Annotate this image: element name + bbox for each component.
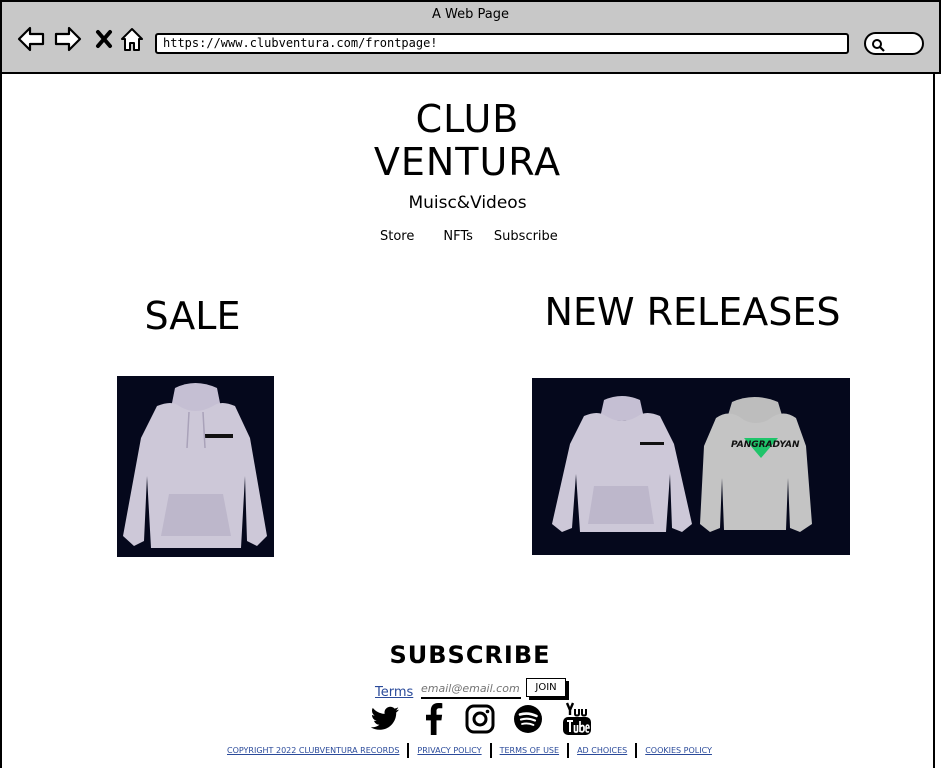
site-logo[interactable]: CLUB VENTURA bbox=[340, 98, 595, 184]
stop-button[interactable] bbox=[90, 25, 118, 53]
footer-divider bbox=[567, 743, 570, 758]
hoodie-image bbox=[123, 383, 267, 548]
site-tagline: Muisc&Videos bbox=[408, 193, 527, 213]
footer-ad-choices-link[interactable]: AD CHOICES bbox=[577, 746, 627, 755]
nav-nfts[interactable]: NFTs bbox=[443, 229, 473, 244]
nav-store[interactable]: Store bbox=[380, 229, 414, 244]
subscribe-heading: SUBSCRIBE bbox=[389, 641, 551, 669]
back-button[interactable] bbox=[17, 25, 45, 53]
browser-search-button[interactable] bbox=[864, 32, 924, 55]
footer-links: COPYRIGHT 2022 CLUBVENTURA RECORDS PRIVA… bbox=[227, 743, 712, 758]
close-icon bbox=[96, 30, 112, 48]
logo-line-1: CLUB bbox=[415, 97, 520, 141]
back-arrow-icon bbox=[17, 26, 45, 52]
footer-privacy-link[interactable]: PRIVACY POLICY bbox=[417, 746, 481, 755]
facebook-icon bbox=[426, 703, 443, 735]
twitter-icon bbox=[370, 706, 399, 730]
instagram-link[interactable] bbox=[464, 703, 496, 735]
footer-cookies-link[interactable]: COOKIES POLICY bbox=[645, 746, 712, 755]
twitter-link[interactable] bbox=[369, 703, 401, 735]
url-bar[interactable]: https://www.clubventura.com/frontpage! bbox=[155, 33, 849, 54]
main-nav: Store NFTs Subscribe bbox=[380, 229, 558, 244]
facebook-link[interactable] bbox=[418, 703, 450, 735]
hoodie-print-text: PANGRADYAN bbox=[731, 440, 800, 450]
sale-heading: SALE bbox=[144, 294, 241, 338]
nav-subscribe[interactable]: Subscribe bbox=[494, 229, 558, 244]
window-title: A Web Page bbox=[432, 7, 509, 22]
forward-button[interactable] bbox=[54, 25, 82, 53]
footer-divider bbox=[635, 743, 638, 758]
search-icon bbox=[872, 39, 885, 52]
new-releases-product-image[interactable]: PANGRADYAN bbox=[532, 378, 850, 555]
youtube-icon bbox=[563, 702, 591, 735]
forward-arrow-icon bbox=[54, 26, 82, 52]
spotify-link[interactable] bbox=[512, 703, 544, 735]
sale-product-image[interactable] bbox=[117, 376, 274, 557]
home-icon bbox=[121, 28, 143, 51]
new-releases-heading: NEW RELEASES bbox=[544, 290, 841, 334]
home-button[interactable] bbox=[118, 25, 146, 53]
youtube-link[interactable] bbox=[560, 702, 594, 735]
logo-line-2: VENTURA bbox=[373, 140, 562, 184]
footer-terms-link[interactable]: TERMS OF USE bbox=[500, 746, 559, 755]
join-button[interactable]: JOIN bbox=[526, 678, 566, 697]
footer-copyright-link[interactable]: COPYRIGHT 2022 CLUBVENTURA RECORDS bbox=[227, 746, 399, 755]
browser-chrome: A Web Page https://www.clubventura.com/f… bbox=[0, 0, 941, 74]
instagram-icon bbox=[465, 704, 495, 734]
spotify-icon bbox=[514, 705, 542, 733]
hoodies-image: PANGRADYAN bbox=[552, 396, 812, 532]
email-field[interactable] bbox=[421, 679, 521, 699]
terms-link[interactable]: Terms bbox=[375, 685, 413, 700]
footer-divider bbox=[407, 743, 410, 758]
footer-divider bbox=[489, 743, 492, 758]
